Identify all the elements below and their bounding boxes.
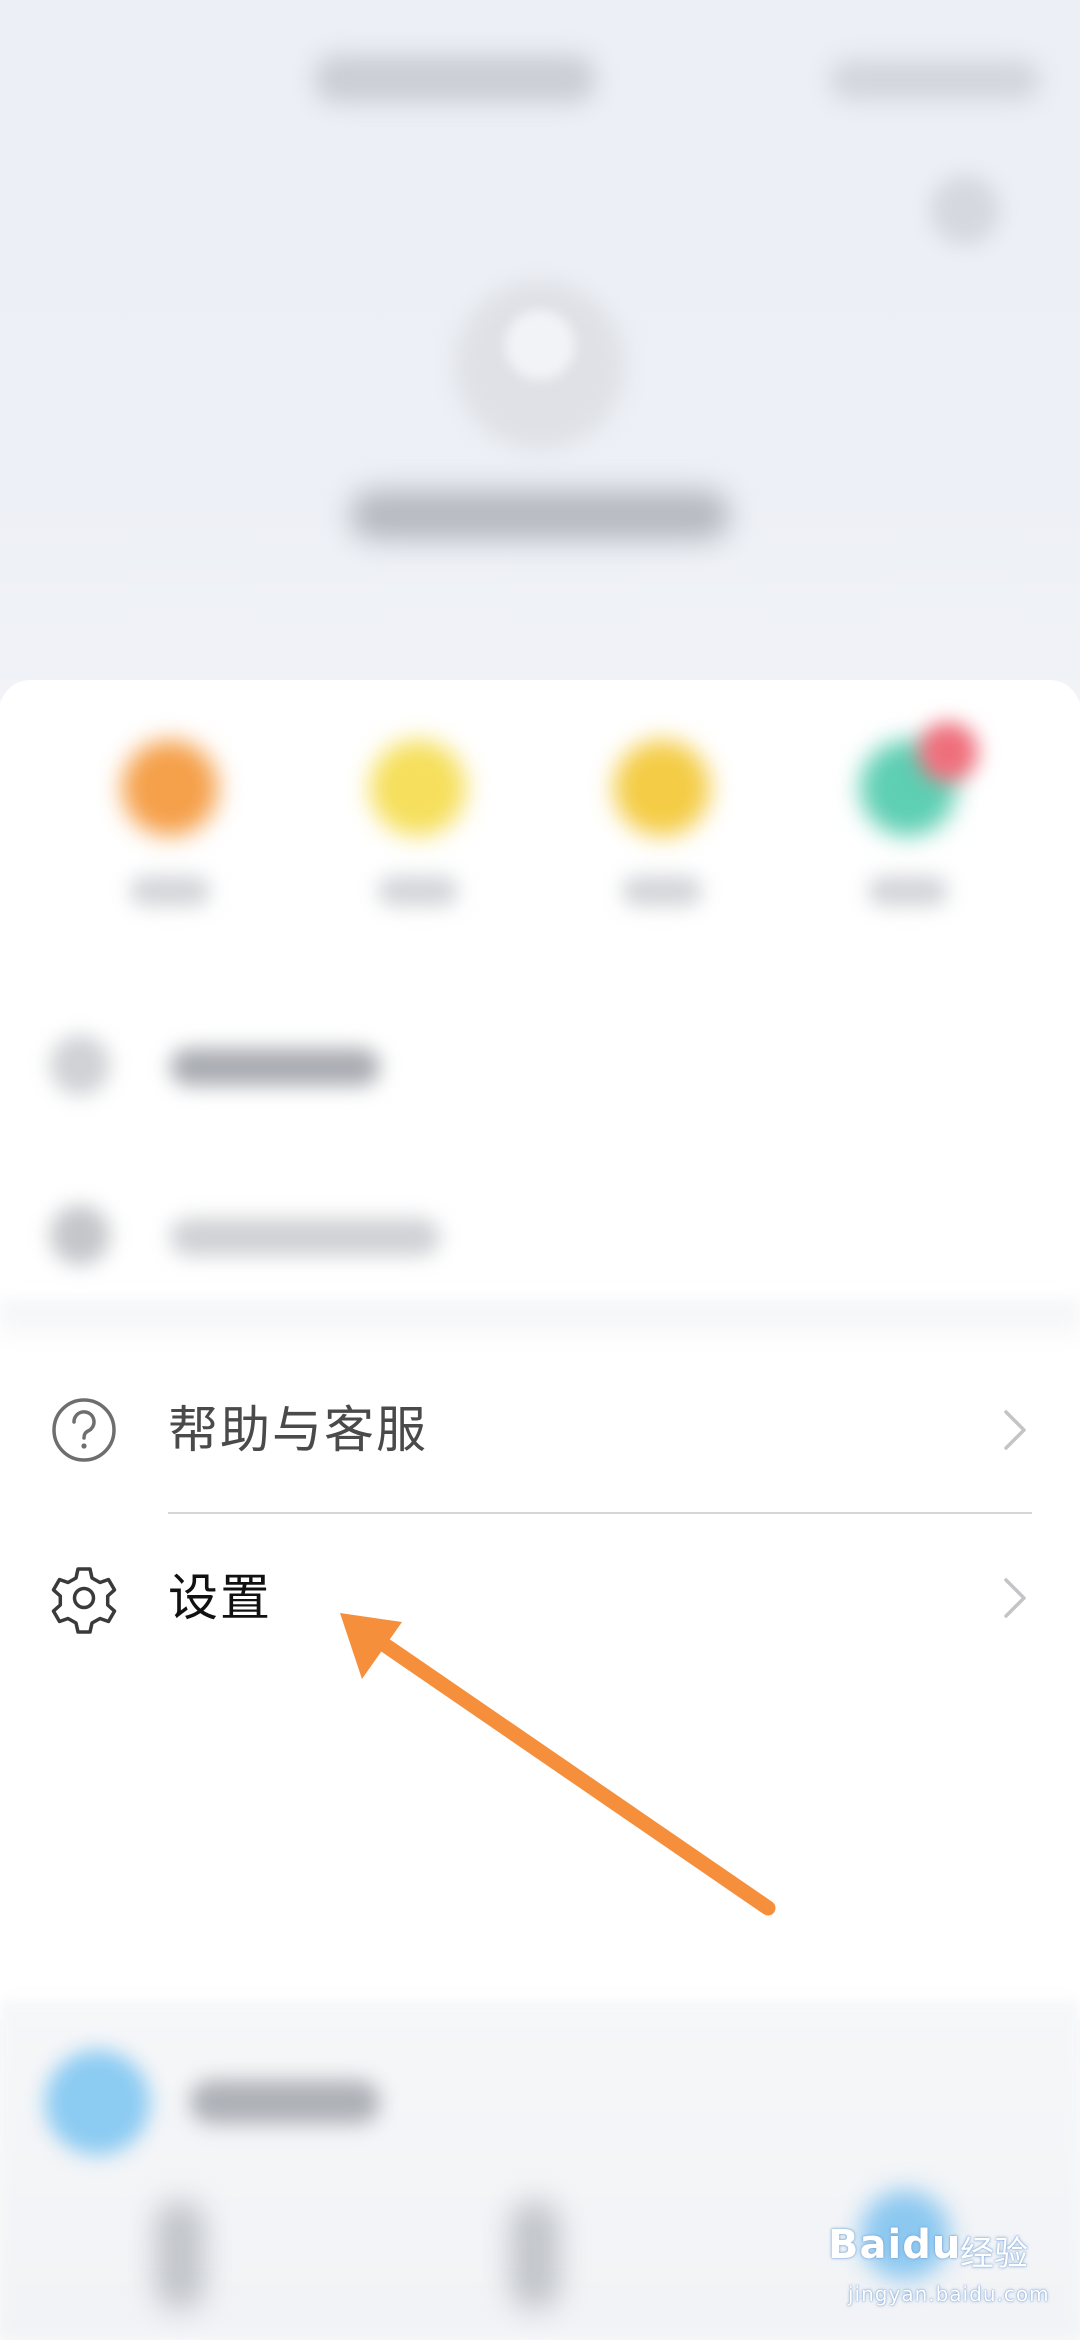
blurred-row-2-icon [50,1205,110,1265]
gear-icon [51,1567,117,1634]
blurred-menu-row-1[interactable] [0,1010,1080,1120]
scan-icon[interactable] [930,175,1000,245]
watermark-text: 经验 [960,2234,1028,2274]
section-divider [0,1300,1080,1340]
bottom-avatar[interactable] [45,2050,150,2155]
username [350,490,730,540]
notification-badge [918,722,978,782]
quick-action-3-label [622,876,702,906]
bottom-text [190,2080,380,2124]
blurred-row-1-icon [50,1035,110,1095]
status-right-blur [830,60,1040,100]
avatar-head [505,310,575,380]
blurred-menu-row-2[interactable] [0,1180,1080,1290]
blurred-row-1-text [170,1048,380,1086]
tab-item-1[interactable] [155,2200,205,2310]
quick-action-3[interactable] [612,740,712,906]
quick-action-2-label [378,876,458,906]
menu-row-settings-label: 设置 [168,1569,272,1627]
chevron-right-icon [1004,1578,1026,1618]
quick-action-3-icon [614,740,710,836]
watermark-url: jingyan.baidu.com [848,2282,1050,2306]
quick-action-1-label [130,876,210,906]
menu-row-settings[interactable]: 设置 [0,1514,1080,1682]
tab-item-2[interactable] [510,2200,560,2310]
help-circle-icon [52,1398,116,1462]
quick-action-2[interactable] [368,740,468,906]
chevron-right-icon [1004,1410,1026,1450]
profile-header [0,0,1080,700]
quick-action-1[interactable] [120,740,220,906]
blurred-row-2-text [170,1218,440,1256]
quick-action-2-icon [370,740,466,836]
watermark: Baidu 经验 jingyan.baidu.com [828,2222,1049,2322]
status-title-blur [315,55,595,103]
menu-row-help[interactable]: 帮助与客服 [0,1346,1080,1514]
watermark-brand: Baidu [828,2222,962,2268]
quick-action-4-label [868,876,948,906]
menu-row-help-label: 帮助与客服 [168,1401,428,1459]
quick-action-1-icon [122,740,218,836]
